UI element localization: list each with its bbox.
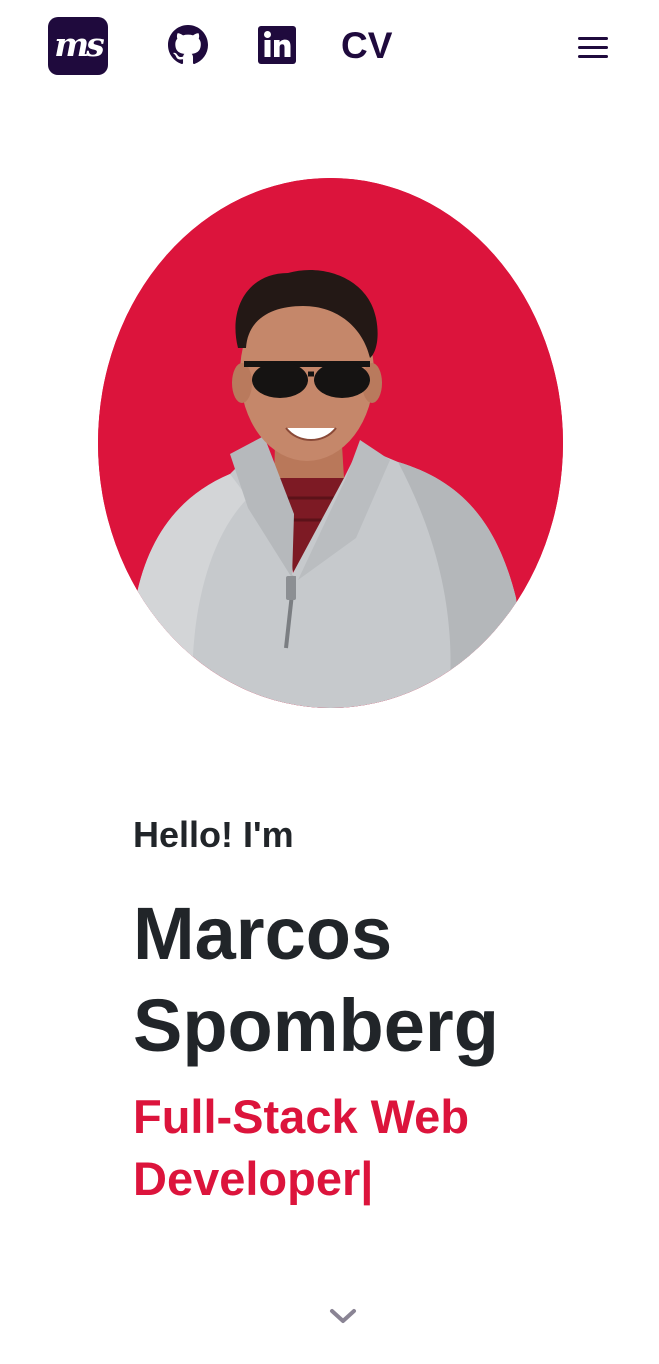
navbar: ms CV: [0, 0, 659, 95]
hamburger-menu-button[interactable]: [574, 32, 612, 62]
cv-link[interactable]: CV: [341, 23, 392, 69]
logo-link[interactable]: ms: [48, 17, 108, 75]
greeting-text: Hello! I'm: [133, 814, 294, 855]
github-link[interactable]: [167, 24, 209, 66]
profile-photo: [98, 178, 563, 708]
role-line-2: Developer|: [133, 1152, 374, 1205]
hero-name: Marcos Spomberg: [133, 888, 633, 1072]
linkedin-icon: [258, 26, 296, 64]
logo-text: ms: [54, 24, 104, 64]
hero-section: Hello! I'm Marcos Spomberg Full-Stack We…: [133, 810, 633, 1210]
scroll-down-button[interactable]: [327, 1300, 359, 1332]
role-typewriter: Full-Stack Web Developer|: [133, 1086, 633, 1210]
chevron-down-icon: [330, 1309, 356, 1323]
role-line-1: Full-Stack Web: [133, 1090, 470, 1143]
name-last: Spomberg: [133, 984, 499, 1067]
profile-illustration: [98, 178, 563, 708]
github-icon: [168, 25, 208, 65]
hamburger-bar: [578, 36, 608, 40]
hamburger-bar: [578, 45, 608, 49]
linkedin-link[interactable]: [256, 24, 298, 66]
hamburger-bar: [578, 54, 608, 58]
name-first: Marcos: [133, 892, 393, 975]
